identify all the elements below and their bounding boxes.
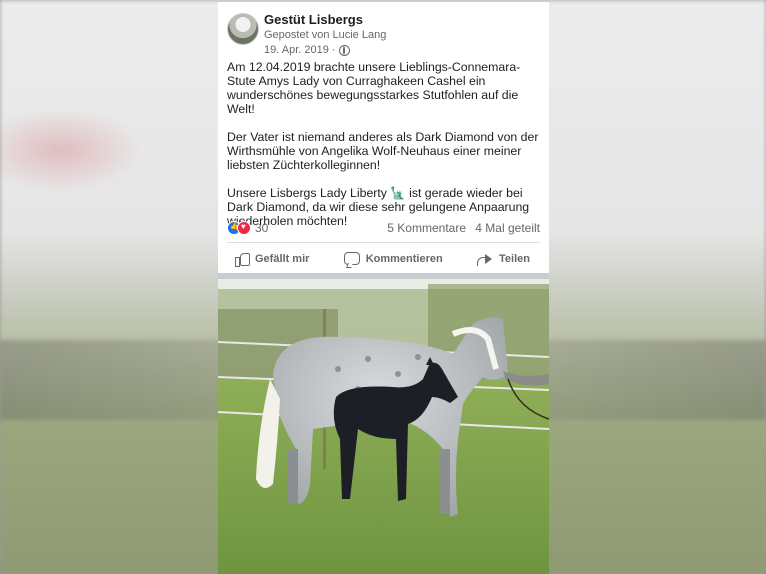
comment-icon <box>343 252 360 265</box>
share-icon <box>477 253 493 266</box>
page-avatar[interactable] <box>227 13 259 45</box>
share-label: Teilen <box>499 252 530 265</box>
shares-count[interactable]: 4 Mal geteilt <box>475 221 540 235</box>
like-label: Gefällt mir <box>255 252 310 265</box>
facebook-post: Gestüt Lisbergs Gepostet von Lucie Lang … <box>218 0 549 574</box>
share-button[interactable]: Teilen <box>477 252 530 266</box>
reactions-count[interactable]: 30 <box>255 221 268 235</box>
posted-by: Gepostet von Lucie Lang <box>264 29 387 41</box>
comment-button[interactable]: Kommentieren <box>343 252 443 265</box>
post-date[interactable]: 19. Apr. 2019 <box>264 44 329 56</box>
globe-icon <box>338 44 350 56</box>
post-paragraph: Der Vater ist niemand anderes als Dark D… <box>227 130 539 172</box>
page-name[interactable]: Gestüt Lisbergs <box>264 12 363 27</box>
like-icon <box>235 252 250 267</box>
action-bar: Gefällt mir Kommentieren Teilen <box>227 242 540 274</box>
like-button[interactable]: Gefällt mir <box>235 252 310 267</box>
comments-count[interactable]: 5 Kommentare <box>387 221 466 235</box>
post-header: Gestüt Lisbergs Gepostet von Lucie Lang … <box>218 2 549 56</box>
post-text: Am 12.04.2019 brachte unsere Lieblings-C… <box>218 56 549 228</box>
love-reaction-icon[interactable] <box>237 221 251 235</box>
post-paragraph: Am 12.04.2019 brachte unsere Lieblings-C… <box>227 60 521 116</box>
comment-label: Kommentieren <box>365 252 443 265</box>
post-photo[interactable] <box>218 279 549 574</box>
post-stats: 30 5 Kommentare 4 Mal geteilt <box>218 219 549 237</box>
post-meta: 19. Apr. 2019 · <box>264 44 350 56</box>
meta-separator: · <box>331 44 336 56</box>
